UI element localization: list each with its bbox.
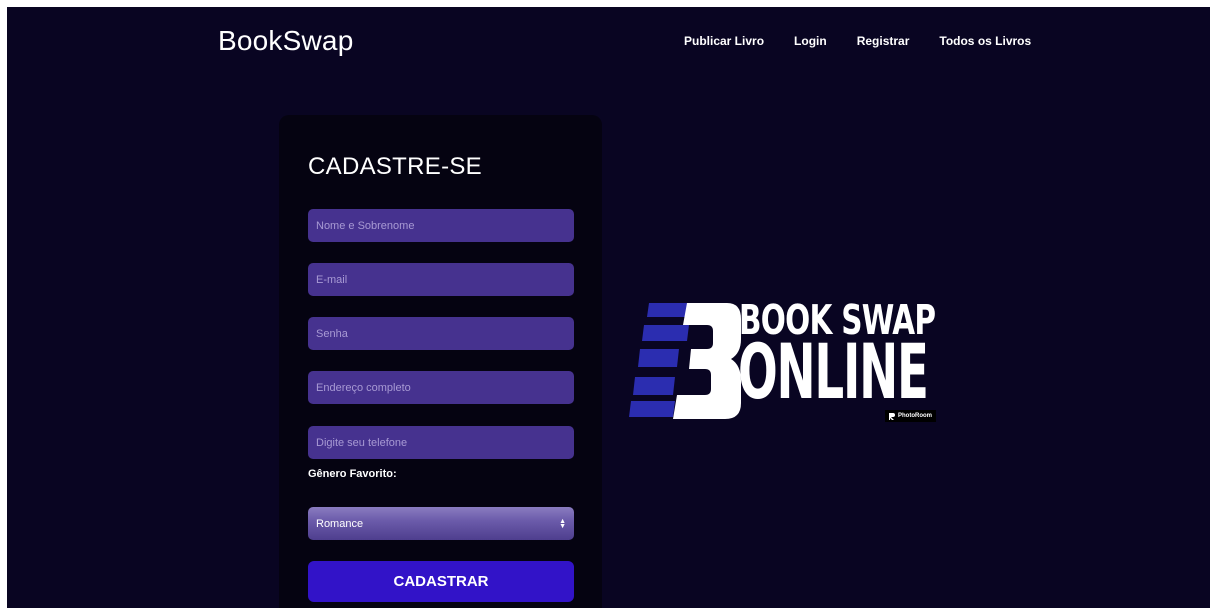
password-input[interactable] <box>308 317 574 350</box>
logo-three-shape <box>673 303 741 419</box>
full-name-input[interactable] <box>308 209 574 242</box>
logo-stripe-2 <box>642 325 689 341</box>
brand-logo-text[interactable]: BookSwap <box>218 25 353 57</box>
favorite-genre-select[interactable]: Romance ▲ ▼ <box>308 507 574 540</box>
phone-input[interactable] <box>308 426 574 459</box>
logo-stripe-4 <box>633 377 675 395</box>
email-input[interactable] <box>308 263 574 296</box>
logo-text-online: ONLINE <box>738 327 929 416</box>
favorite-genre-value: Romance <box>316 517 364 530</box>
logo-stripe-5 <box>629 401 675 417</box>
nav-link-login[interactable]: Login <box>794 34 827 48</box>
page-frame: BookSwap Publicar Livro Login Registrar … <box>7 7 1210 608</box>
select-arrows-icon: ▲ ▼ <box>559 517 566 530</box>
address-input[interactable] <box>308 371 574 404</box>
logo-stripe-3 <box>638 349 679 367</box>
register-card: CADASTRE-SE Gênero Favorito: Romance ▲▼ … <box>279 115 602 608</box>
nav-link-todos-os-livros[interactable]: Todos os Livros <box>939 34 1031 48</box>
photoroom-icon <box>889 412 895 420</box>
favorite-genre-label: Gênero Favorito: <box>308 468 397 480</box>
nav-link-publicar-livro[interactable]: Publicar Livro <box>684 34 764 48</box>
nav-link-registrar[interactable]: Registrar <box>857 34 910 48</box>
register-submit-button[interactable]: CADASTRAR <box>308 561 574 602</box>
photoroom-text: PhotoRoom <box>898 413 932 419</box>
top-nav: Publicar Livro Login Registrar Todos os … <box>684 34 1031 48</box>
register-title: CADASTRE-SE <box>308 153 482 180</box>
photoroom-watermark: PhotoRoom <box>885 410 936 422</box>
